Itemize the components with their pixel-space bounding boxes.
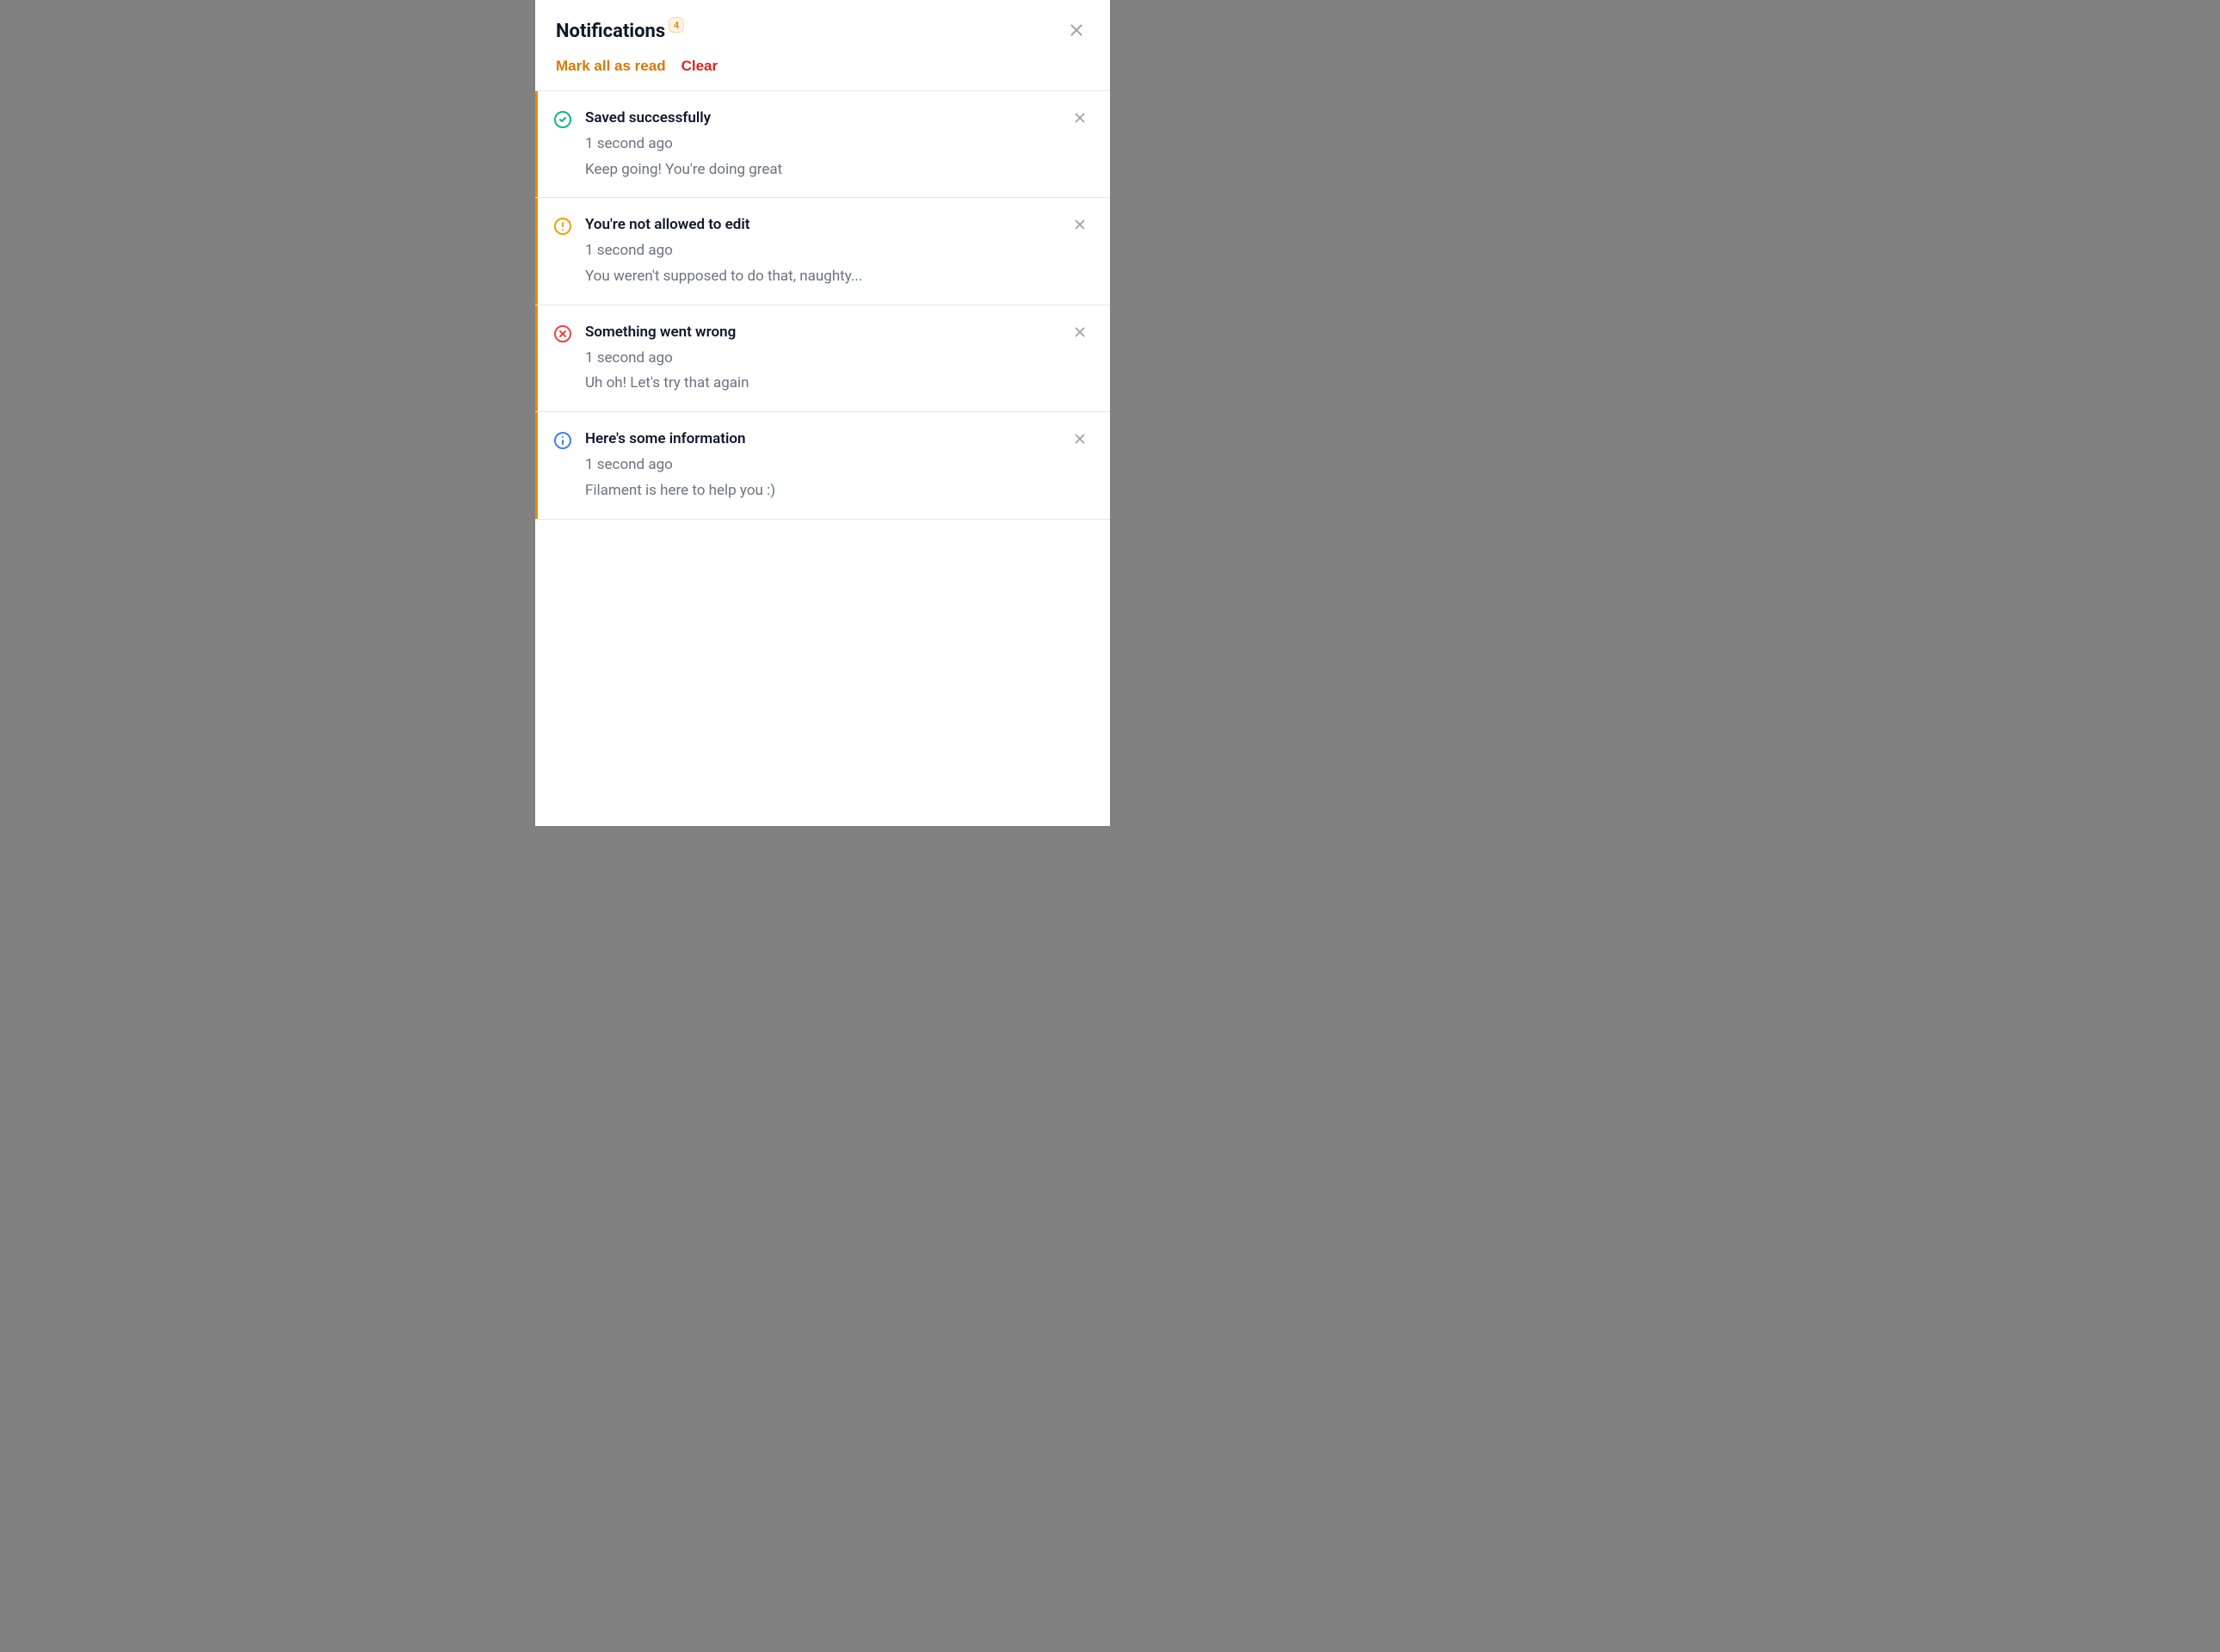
notification-title: Saved successfully: [585, 108, 1060, 129]
title-wrap: Notifications 4: [556, 21, 684, 42]
dismiss-button[interactable]: [1070, 323, 1089, 344]
notification-body: You're not allowed to edit 1 second ago …: [585, 215, 1060, 287]
notification-time: 1 second ago: [585, 348, 1060, 369]
notification-time: 1 second ago: [585, 134, 1060, 155]
close-panel-button[interactable]: [1064, 17, 1089, 46]
notification-desc: You weren't supposed to do that, naughty…: [585, 267, 1060, 287]
notifications-panel: Notifications 4 Mark all as read Clear S…: [535, 0, 1110, 826]
exclamation-circle-icon: [552, 216, 573, 237]
mark-all-read-button[interactable]: Mark all as read: [556, 58, 666, 75]
title-row: Notifications 4: [556, 17, 1089, 46]
info-circle-icon: [552, 430, 573, 451]
check-circle-icon: [552, 109, 573, 130]
close-icon: [1067, 21, 1086, 42]
notification-body: Saved successfully 1 second ago Keep goi…: [585, 108, 1060, 180]
close-icon: [1072, 431, 1088, 449]
unread-badge: 4: [669, 17, 684, 33]
notification-item: Something went wrong 1 second ago Uh oh!…: [535, 305, 1110, 412]
close-icon: [1072, 324, 1088, 342]
notification-title: You're not allowed to edit: [585, 215, 1060, 236]
notification-item: You're not allowed to edit 1 second ago …: [535, 198, 1110, 305]
dismiss-button[interactable]: [1070, 429, 1089, 451]
clear-button[interactable]: Clear: [681, 58, 718, 75]
notification-title: Something went wrong: [585, 323, 1060, 343]
close-icon: [1072, 110, 1088, 128]
notification-time: 1 second ago: [585, 241, 1060, 262]
panel-title: Notifications: [556, 21, 665, 42]
notification-body: Here's some information 1 second ago Fil…: [585, 429, 1060, 501]
notification-title: Here's some information: [585, 429, 1060, 450]
header-actions: Mark all as read Clear: [556, 58, 1089, 75]
panel-header: Notifications 4 Mark all as read Clear: [535, 0, 1110, 90]
notification-desc: Filament is here to help you :): [585, 481, 1060, 502]
notification-time: 1 second ago: [585, 455, 1060, 476]
notification-list: Saved successfully 1 second ago Keep goi…: [535, 91, 1110, 520]
notification-item: Saved successfully 1 second ago Keep goi…: [535, 91, 1110, 198]
close-icon: [1072, 217, 1088, 235]
notification-desc: Keep going! You're doing great: [585, 160, 1060, 181]
dismiss-button[interactable]: [1070, 108, 1089, 130]
notification-item: Here's some information 1 second ago Fil…: [535, 412, 1110, 519]
notification-body: Something went wrong 1 second ago Uh oh!…: [585, 323, 1060, 394]
x-circle-icon: [552, 324, 573, 344]
notification-desc: Uh oh! Let's try that again: [585, 373, 1060, 394]
dismiss-button[interactable]: [1070, 215, 1089, 237]
